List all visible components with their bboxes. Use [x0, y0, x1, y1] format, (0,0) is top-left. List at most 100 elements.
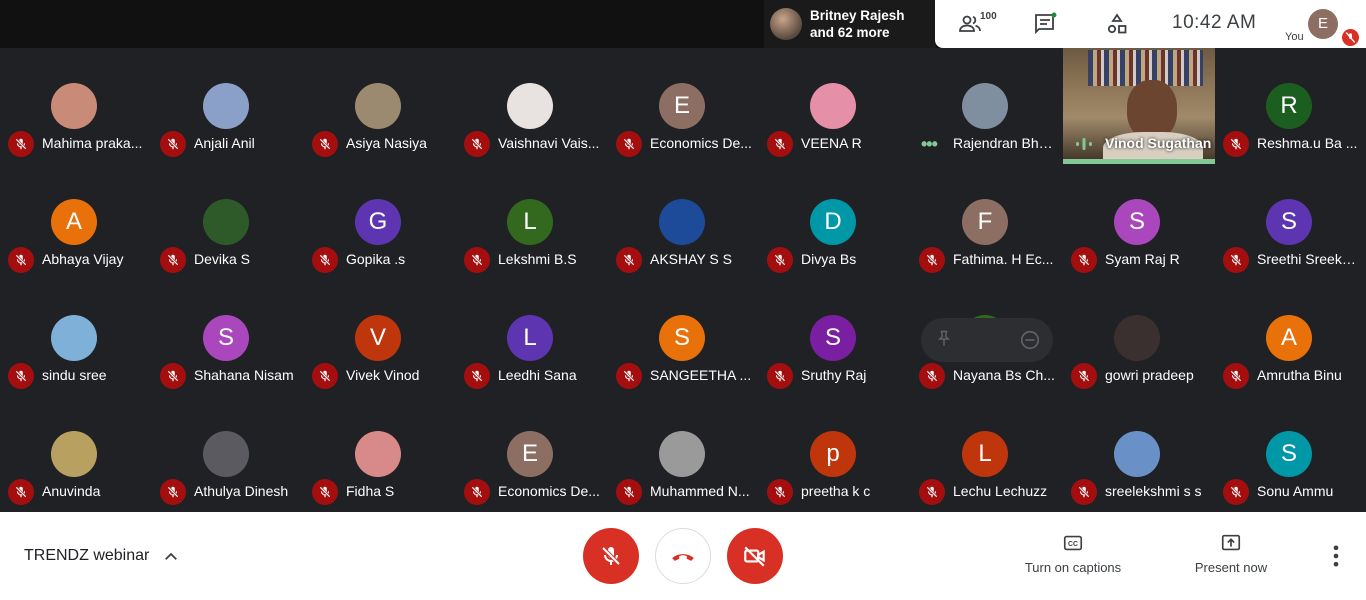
participant-tile[interactable]: Mahima praka... [0, 48, 152, 164]
participant-tile[interactable]: VEENA R [759, 48, 911, 164]
participant-tile[interactable]: p preetha k c [759, 396, 911, 512]
participant-avatar [203, 83, 249, 129]
present-screen-icon [1221, 534, 1241, 551]
participant-name: Syam Raj R [1105, 251, 1180, 267]
participant-tile[interactable]: D Divya Bs [759, 164, 911, 280]
participant-tile[interactable]: G Gopika .s [304, 164, 456, 280]
self-preview[interactable]: You E [1280, 0, 1366, 48]
participant-avatar: S [203, 315, 249, 361]
speaking-indicator-icon [1076, 138, 1092, 150]
participant-avatar [659, 199, 705, 245]
mic-muted-icon [160, 247, 186, 273]
participant-avatar [659, 431, 705, 477]
top-bar: Britney Rajesh and 62 more 100 10:42 AM … [0, 0, 1366, 48]
participant-name: Athulya Dinesh [194, 483, 289, 499]
camera-toggle-button[interactable] [727, 528, 783, 584]
participant-name: Economics De... [498, 483, 600, 499]
participant-tile[interactable]: S Sruthy Raj [759, 280, 911, 396]
participant-avatar: S [659, 315, 705, 361]
participant-avatar: S [1114, 199, 1160, 245]
participant-tile[interactable]: Anuvinda [0, 396, 152, 512]
participant-tile[interactable]: A Amrutha Binu [1215, 280, 1366, 396]
participant-avatar [51, 431, 97, 477]
participant-tile[interactable]: S Syam Raj R [1063, 164, 1215, 280]
mic-muted-icon [464, 363, 490, 389]
mic-muted-icon [8, 363, 34, 389]
participant-tile[interactable]: L Lechu Lechuzz [911, 396, 1063, 512]
participant-tile[interactable]: V Vivek Vinod [304, 280, 456, 396]
presenter-chip[interactable]: Britney Rajesh and 62 more [764, 0, 936, 48]
participant-name: Reshma.u Ba ... [1257, 135, 1358, 151]
mic-muted-icon [1071, 479, 1097, 505]
participant-tile[interactable]: Muhammed N... [608, 396, 760, 512]
participant-tile[interactable]: L Leedhi Sana [456, 280, 608, 396]
participant-name: Asiya Nasiya [346, 135, 427, 151]
participant-name: Shahana Nisam [194, 367, 294, 383]
participant-name: Divya Bs [801, 251, 857, 267]
participant-tile[interactable]: S Shahana Nisam [152, 280, 304, 396]
tile-hover-controls[interactable] [921, 318, 1053, 362]
participant-tile[interactable]: AKSHAY S S [608, 164, 760, 280]
mic-muted-icon [616, 247, 642, 273]
participant-tile[interactable]: gowri pradeep [1063, 280, 1215, 396]
participant-name: Anjali Anil [194, 135, 255, 151]
mic-muted-icon [767, 131, 793, 157]
participant-tile[interactable]: Athulya Dinesh [152, 396, 304, 512]
participant-avatar: A [51, 199, 97, 245]
captions-button[interactable]: CC Turn on captions [1016, 532, 1130, 575]
activities-icon[interactable] [1105, 12, 1129, 36]
participant-tile[interactable]: ••• Rajendran Bha... [911, 48, 1063, 164]
participant-name: Mahima praka... [42, 135, 143, 151]
participant-avatar: L [507, 199, 553, 245]
present-now-button[interactable]: Present now [1184, 532, 1278, 575]
participant-tile[interactable]: S Sreethi Sreeku... [1215, 164, 1366, 280]
leave-call-button[interactable] [655, 528, 711, 584]
hang-up-icon [672, 554, 694, 561]
participant-name: AKSHAY S S [650, 251, 732, 267]
chevron-up-icon[interactable] [162, 548, 180, 566]
participant-name: Nayana Bs Ch... [953, 367, 1055, 383]
captions-icon: CC [1063, 535, 1083, 551]
participant-avatar: L [962, 431, 1008, 477]
chat-icon[interactable] [1033, 12, 1057, 36]
participant-tile[interactable]: E Economics De... [608, 48, 760, 164]
meeting-title[interactable]: TRENDZ webinar [24, 547, 149, 565]
mic-muted-icon [464, 247, 490, 273]
mic-muted-icon [160, 131, 186, 157]
participant-avatar: p [810, 431, 856, 477]
mic-muted-icon [1071, 247, 1097, 273]
participant-avatar: L [507, 315, 553, 361]
present-label: Present now [1194, 560, 1268, 575]
participant-tile[interactable]: sreelekshmi s s [1063, 396, 1215, 512]
participant-tile[interactable]: F Fathima. H Ec... [911, 164, 1063, 280]
participant-name: Leedhi Sana [498, 367, 577, 383]
pin-icon[interactable] [934, 329, 954, 349]
participant-tile[interactable]: R Reshma.u Ba ... [1215, 48, 1366, 164]
participant-tile[interactable]: S SANGEETHA ... [608, 280, 760, 396]
more-options-dots-icon[interactable]: ••• [921, 134, 938, 155]
mic-muted-icon [616, 131, 642, 157]
participant-tile[interactable]: S Sonu Ammu [1215, 396, 1366, 512]
participant-tile[interactable]: sindu sree [0, 280, 152, 396]
more-options-icon[interactable] [1322, 542, 1350, 570]
participant-tile[interactable]: Anjali Anil [152, 48, 304, 164]
participant-tile[interactable]: Asiya Nasiya [304, 48, 456, 164]
remove-icon[interactable] [1019, 329, 1041, 351]
participant-tile[interactable]: A Abhaya Vijay [0, 164, 152, 280]
self-label: You [1285, 31, 1304, 43]
people-icon[interactable] [958, 12, 982, 36]
mic-off-icon [601, 546, 621, 566]
presenter-more: and 62 more [810, 25, 890, 40]
participant-tile[interactable]: Fidha S [304, 396, 456, 512]
participant-video-tile[interactable]: Vinod Sugathan [1063, 48, 1215, 164]
participant-name: Gopika .s [346, 251, 406, 267]
participant-avatar [1114, 315, 1160, 361]
participant-tile[interactable]: L Lekshmi B.S [456, 164, 608, 280]
participant-tile[interactable]: E Economics De... [456, 396, 608, 512]
participant-avatar [962, 83, 1008, 129]
participant-name: SANGEETHA ... [650, 367, 752, 383]
participant-tile[interactable]: Devika S [152, 164, 304, 280]
participant-avatar [507, 83, 553, 129]
mic-toggle-button[interactable] [583, 528, 639, 584]
participant-tile[interactable]: Vaishnavi Vais... [456, 48, 608, 164]
